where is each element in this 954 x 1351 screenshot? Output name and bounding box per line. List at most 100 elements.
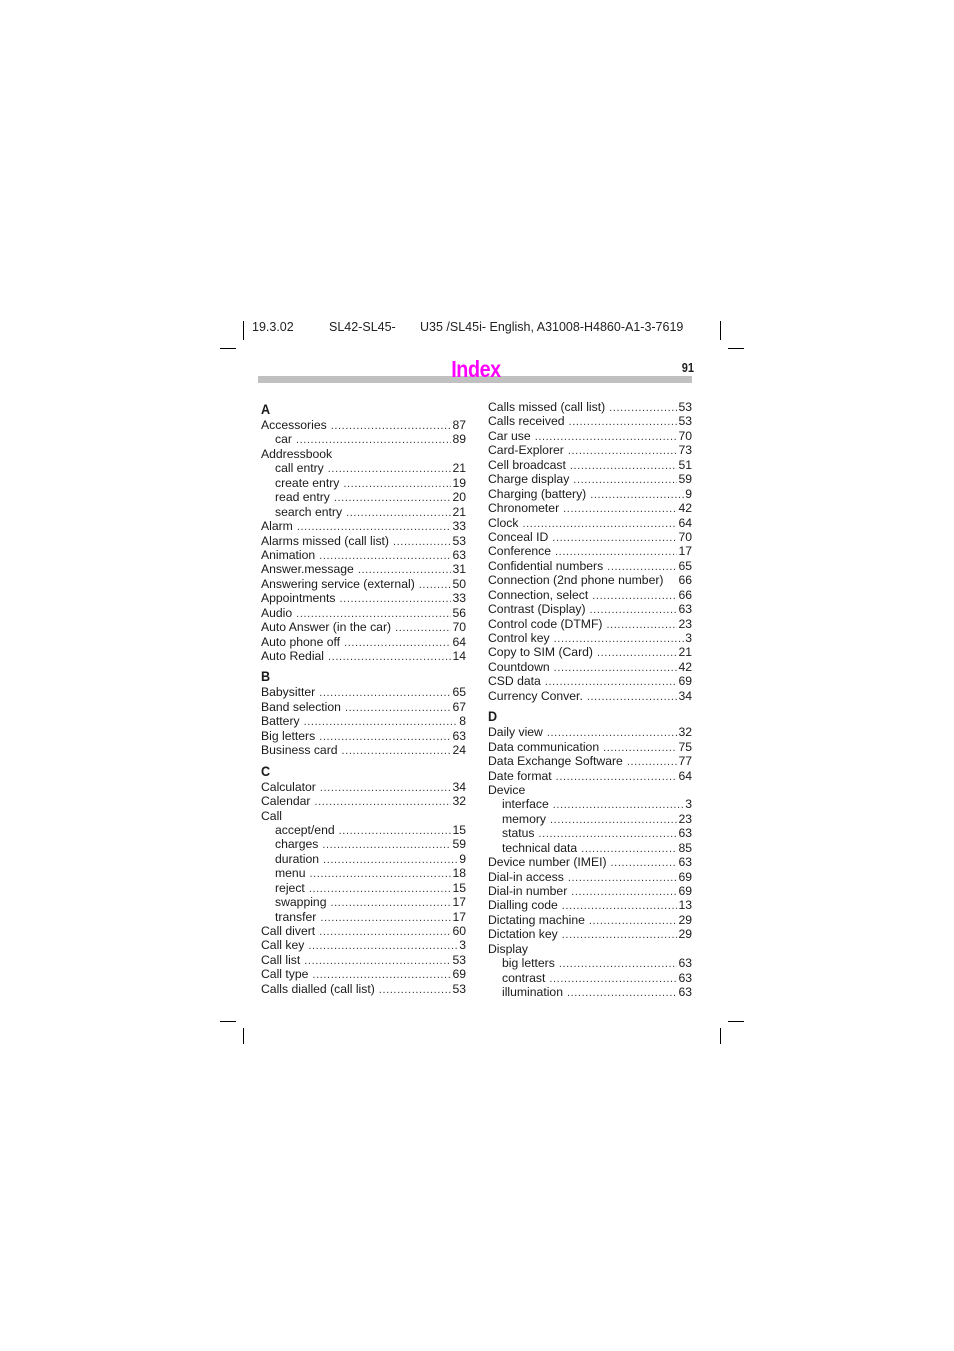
crop-mark-bottom-left-horizontal — [220, 1021, 236, 1022]
dot-leader — [320, 781, 452, 795]
index-entry: Calls received 53 — [488, 414, 692, 428]
entry-page-number: 33 — [452, 519, 466, 534]
entry-page-number: 70 — [678, 428, 692, 443]
entry-term: Battery — [261, 714, 300, 729]
index-entry: Band selection 67 — [261, 700, 466, 714]
entry-term: memory — [502, 811, 547, 826]
crop-mark-top-right-vertical — [720, 321, 721, 340]
dot-leader — [319, 686, 451, 700]
index-entry: Cell broadcast 51 — [488, 458, 692, 472]
index-entry: Calculator 34 — [261, 780, 466, 794]
entry-term: contrast — [502, 970, 546, 985]
dot-leader — [550, 813, 677, 827]
entry-term: reject — [275, 880, 305, 895]
entry-term: Business card — [261, 743, 338, 758]
entry-term: Cell broadcast — [488, 457, 566, 472]
entry-term: Car use — [488, 428, 531, 443]
entry-term: Device number (IMEI) — [488, 855, 607, 870]
dot-leader — [535, 430, 678, 444]
entry-page-number: 15 — [452, 822, 466, 837]
dot-leader — [304, 954, 451, 968]
index-subentry: contrast 63 — [488, 971, 692, 985]
entry-page-number: 63 — [678, 956, 692, 971]
entry-term: Answer.message — [261, 562, 354, 577]
entry-page-number: 66 — [678, 573, 692, 588]
entry-page-number: 14 — [452, 649, 466, 663]
index-subentry: transfer 17 — [261, 910, 466, 924]
dot-leader — [322, 838, 451, 852]
entry-term: Call list — [261, 952, 301, 967]
section-letter: C — [261, 762, 271, 779]
entry-page-number: 31 — [452, 562, 466, 577]
index-entry: Conceal ID 70 — [488, 530, 692, 544]
index-entry: Dial-in number 69 — [488, 884, 692, 898]
index-subentry: menu 18 — [261, 866, 466, 880]
entry-page-number: 32 — [678, 725, 692, 740]
index-entry: Call type 69 — [261, 967, 466, 981]
print-doc-id: U35 /SL45i- English, A31008-H4860-A1-3-7… — [420, 320, 684, 334]
index-column-left: AAccessories87car89Addressbookcall entry… — [261, 400, 466, 996]
dot-leader — [331, 419, 452, 433]
crop-mark-bottom-right-horizontal — [728, 1021, 744, 1022]
dot-leader — [296, 433, 452, 447]
section-letter: A — [261, 401, 271, 417]
dot-leader — [342, 744, 452, 758]
index-entry: Answering service (external) 50 — [261, 577, 466, 591]
dot-leader — [340, 592, 452, 606]
entry-term: Clock — [488, 515, 519, 530]
entry-term: create entry — [275, 475, 340, 490]
index-entry: Alarm 33 — [261, 519, 466, 533]
entry-page-number: 65 — [452, 685, 466, 700]
entry-term: Animation — [261, 547, 316, 562]
index-entry: Dialling code 13 — [488, 898, 692, 912]
entry-term: Display — [488, 941, 528, 956]
section-letter: B — [261, 668, 271, 685]
index-entry: Conference 17 — [488, 544, 692, 558]
dot-leader — [590, 488, 684, 502]
index-entry: Calls dialled (call list) 53 — [261, 982, 466, 996]
entry-term: Control code (DTMF) — [488, 616, 603, 631]
index-entry: Device number (IMEI) 63 — [488, 855, 692, 869]
index-subentry: interface 3 — [488, 797, 692, 811]
entry-page-number: 73 — [678, 443, 692, 458]
index-entry: Display — [488, 942, 692, 956]
dot-leader — [553, 798, 684, 812]
index-column-right: Calls missed (call list)53Calls received… — [488, 400, 692, 1000]
entry-page-number: 53 — [678, 414, 692, 429]
dot-leader — [592, 589, 677, 603]
entry-page-number: 63 — [452, 547, 466, 562]
entry-term: search entry — [275, 504, 343, 519]
dot-leader — [581, 842, 677, 856]
dot-leader — [571, 885, 677, 899]
crop-mark-bottom-left-vertical — [243, 1028, 244, 1044]
entry-term: Dial-in access — [488, 869, 564, 884]
entry-page-number: 42 — [678, 501, 692, 516]
index-entry: Clock 64 — [488, 516, 692, 530]
entry-term: Connection, select — [488, 587, 589, 602]
dot-leader — [570, 459, 678, 473]
entry-page-number: 18 — [452, 866, 466, 881]
dot-leader — [314, 795, 451, 809]
entry-term: Babysitter — [261, 685, 316, 700]
index-entry: Card-Explorer 73 — [488, 443, 692, 457]
entry-term: Contrast (Display) — [488, 602, 586, 617]
entry-term: call entry — [275, 461, 324, 476]
index-subentry: accept/end 15 — [261, 823, 466, 837]
entry-page-number: 59 — [678, 472, 692, 487]
entry-page-number: 3 — [685, 631, 692, 645]
entry-page-number: 29 — [678, 927, 692, 942]
entry-page-number: 8 — [459, 714, 466, 729]
index-entry: Confidential numbers 65 — [488, 559, 692, 573]
index-entry: Audio 56 — [261, 606, 466, 620]
entry-term: Countdown — [488, 659, 550, 674]
dot-leader — [323, 853, 458, 867]
crop-mark-top-right-horizontal — [728, 348, 744, 349]
entry-term: charges — [275, 837, 319, 852]
index-entry: Calendar 32 — [261, 794, 466, 808]
dot-leader — [545, 675, 678, 689]
index-entry: Battery 8 — [261, 714, 466, 728]
dot-leader — [568, 871, 678, 885]
entry-term: Call type — [261, 967, 309, 982]
entry-term: Device — [488, 782, 526, 797]
index-entry: Dictating machine 29 — [488, 913, 692, 927]
